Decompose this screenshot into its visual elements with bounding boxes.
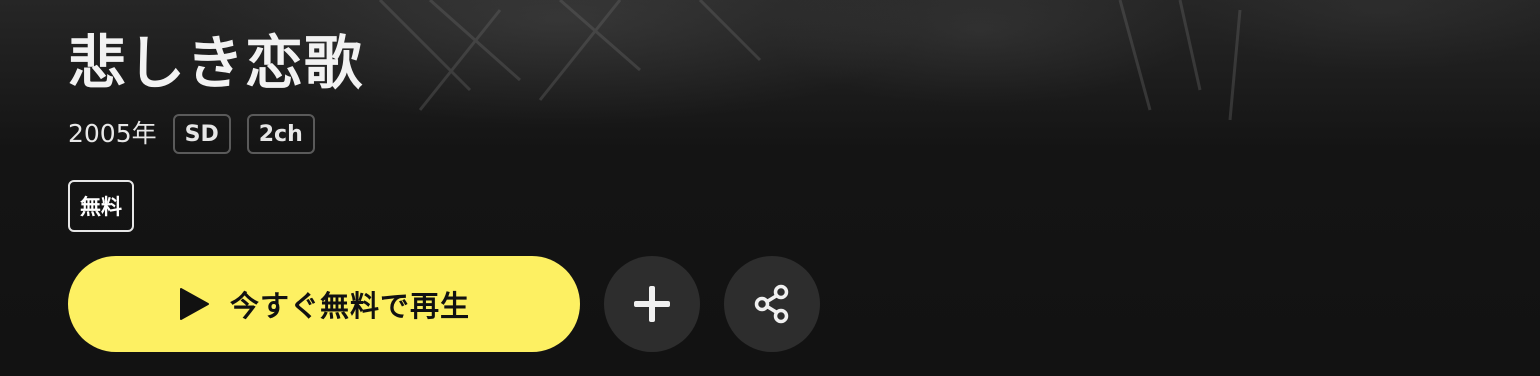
quality-badge: SD bbox=[172, 114, 231, 154]
play-button[interactable]: 今すぐ無料で再生 bbox=[68, 256, 580, 352]
play-icon bbox=[178, 287, 210, 321]
share-icon bbox=[752, 284, 792, 324]
title-hero: 悲しき恋歌 2005年 SD 2ch 無料 今すぐ無料で再生 bbox=[0, 0, 1540, 376]
price-row: 無料 bbox=[68, 180, 363, 232]
meta-row: 2005年 SD 2ch bbox=[68, 112, 363, 156]
page-title: 悲しき恋歌 bbox=[68, 29, 364, 97]
free-badge: 無料 bbox=[68, 180, 134, 232]
title-info: 悲しき恋歌 2005年 SD 2ch 無料 bbox=[68, 28, 363, 232]
action-buttons: 今すぐ無料で再生 bbox=[68, 256, 820, 352]
plus-icon bbox=[632, 284, 672, 324]
share-button[interactable] bbox=[724, 256, 820, 352]
audio-badge: 2ch bbox=[246, 114, 315, 154]
release-year: 2005年 bbox=[68, 119, 157, 148]
add-to-list-button[interactable] bbox=[604, 256, 700, 352]
play-button-label: 今すぐ無料で再生 bbox=[229, 291, 470, 323]
